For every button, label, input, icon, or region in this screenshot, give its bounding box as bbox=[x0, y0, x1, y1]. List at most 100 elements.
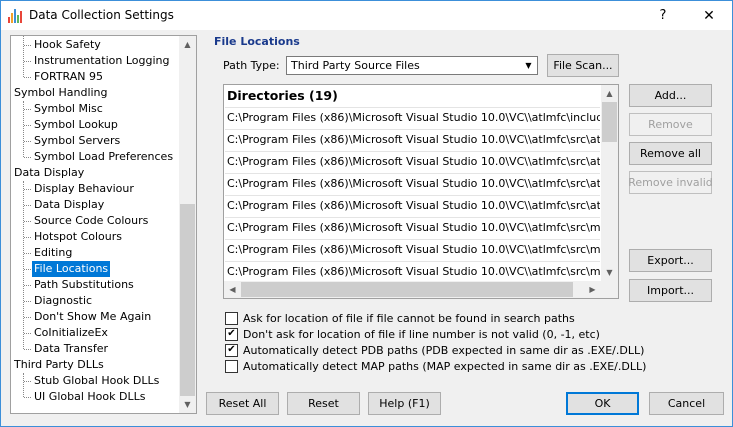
reset-all-button[interactable]: Reset All bbox=[206, 392, 279, 415]
scroll-corner bbox=[601, 281, 618, 298]
tree-item-label: Symbol Handling bbox=[14, 86, 108, 99]
tree-item[interactable]: FORTRAN 95 bbox=[11, 69, 179, 85]
tree-item[interactable]: CoInitializeEx bbox=[11, 325, 179, 341]
tree-item[interactable]: Symbol Handling bbox=[11, 85, 179, 101]
checkbox-label: Automatically detect MAP paths (MAP expe… bbox=[243, 359, 647, 373]
scroll-up-icon[interactable]: ▲ bbox=[179, 36, 196, 53]
tree-item[interactable]: Third Party DLLs bbox=[11, 357, 179, 373]
directory-row[interactable]: C:\Program Files (x86)\Microsoft Visual … bbox=[227, 151, 600, 173]
tree-item[interactable]: Hotspot Colours bbox=[11, 229, 179, 245]
tree-item-label: Editing bbox=[34, 246, 73, 259]
import-button[interactable]: Import... bbox=[629, 279, 712, 302]
tree-item-label: Instrumentation Logging bbox=[34, 54, 170, 67]
checkbox-option[interactable]: Don't ask for location of file if line n… bbox=[225, 326, 600, 342]
tree-scrollbar[interactable]: ▲ ▼ bbox=[179, 36, 196, 413]
settings-dialog: Data Collection Settings ? ✕ Hook Safety… bbox=[0, 0, 733, 427]
tree-item[interactable]: Instrumentation Logging bbox=[11, 53, 179, 69]
tree-item[interactable]: Hook Safety bbox=[11, 37, 179, 53]
remove-button[interactable]: Remove bbox=[629, 113, 712, 136]
tree-item[interactable]: Display Behaviour bbox=[11, 181, 179, 197]
add-button[interactable]: Add... bbox=[629, 84, 712, 107]
directory-row[interactable]: C:\Program Files (x86)\Microsoft Visual … bbox=[227, 129, 600, 151]
directories-list[interactable]: Directories (19) C:\Program Files (x86)\… bbox=[223, 84, 619, 299]
export-button[interactable]: Export... bbox=[629, 249, 712, 272]
reset-button[interactable]: Reset bbox=[287, 392, 360, 415]
hscroll-thumb[interactable] bbox=[241, 282, 573, 297]
directory-row[interactable]: C:\Program Files (x86)\Microsoft Visual … bbox=[227, 195, 600, 217]
tree-item-label: Symbol Load Preferences bbox=[34, 150, 174, 163]
tree-item[interactable]: Symbol Load Preferences bbox=[11, 149, 179, 165]
directory-row[interactable]: C:\Program Files (x86)\Microsoft Visual … bbox=[227, 261, 600, 283]
scroll-up-icon[interactable]: ▲ bbox=[601, 85, 618, 102]
tree-item[interactable]: Symbol Misc bbox=[11, 101, 179, 117]
checkbox[interactable] bbox=[225, 359, 238, 373]
tree-item[interactable]: Stub Global Hook DLLs bbox=[11, 373, 179, 389]
scroll-left-icon[interactable]: ◀ bbox=[224, 281, 241, 298]
checkbox-label: Automatically detect PDB paths (PDB expe… bbox=[243, 343, 645, 357]
tree-item[interactable]: Data Display bbox=[11, 165, 179, 181]
file-scan-button[interactable]: File Scan... bbox=[547, 54, 619, 77]
tree-item[interactable]: Diagnostic bbox=[11, 293, 179, 309]
help-icon[interactable]: ? bbox=[641, 1, 685, 30]
tree-item[interactable]: Symbol Servers bbox=[11, 133, 179, 149]
path-type-value: Third Party Source Files bbox=[291, 59, 420, 72]
directory-row[interactable]: C:\Program Files (x86)\Microsoft Visual … bbox=[227, 217, 600, 239]
tree-item[interactable]: Symbol Lookup bbox=[11, 117, 179, 133]
checkbox[interactable] bbox=[225, 343, 238, 357]
directories-header: Directories (19) bbox=[227, 88, 338, 103]
tree-item-label: Display Behaviour bbox=[34, 182, 134, 195]
tree-item-label: Hook Safety bbox=[34, 38, 101, 51]
tree-item[interactable]: Data Transfer bbox=[11, 341, 179, 357]
cancel-button[interactable]: Cancel bbox=[649, 392, 724, 415]
scroll-down-icon[interactable]: ▼ bbox=[179, 396, 196, 413]
tree-item[interactable]: Path Substitutions bbox=[11, 277, 179, 293]
tree-item-label: UI Global Hook DLLs bbox=[34, 390, 146, 403]
app-chart-icon bbox=[8, 9, 22, 23]
tree-item[interactable]: Source Code Colours bbox=[11, 213, 179, 229]
checkbox[interactable] bbox=[225, 311, 238, 325]
path-type-label: Path Type: bbox=[223, 59, 280, 72]
directory-row[interactable]: C:\Program Files (x86)\Microsoft Visual … bbox=[227, 239, 600, 261]
tree-item-label: Third Party DLLs bbox=[14, 358, 104, 371]
remove-invalid-button[interactable]: Remove invalid bbox=[628, 171, 713, 194]
tree-scroll-thumb[interactable] bbox=[180, 204, 195, 396]
tree-item-label: File Locations bbox=[32, 261, 111, 277]
tree-item-label: Don't Show Me Again bbox=[34, 310, 152, 323]
vscroll-thumb[interactable] bbox=[602, 102, 617, 142]
checkbox-label: Don't ask for location of file if line n… bbox=[243, 327, 600, 341]
settings-tree[interactable]: Hook Safety Instrumentation Logging FORTRA… bbox=[10, 35, 197, 414]
path-type-select[interactable]: Third Party Source Files ▼ bbox=[286, 56, 538, 75]
tree-item-label: Stub Global Hook DLLs bbox=[34, 374, 160, 387]
directories-vscrollbar[interactable]: ▲ ▼ bbox=[601, 85, 618, 281]
ok-button[interactable]: OK bbox=[566, 392, 639, 415]
tree-item-label: Symbol Misc bbox=[34, 102, 103, 115]
tree-item[interactable]: Don't Show Me Again bbox=[11, 309, 179, 325]
remove-all-button[interactable]: Remove all bbox=[629, 142, 712, 165]
section-title: File Locations bbox=[214, 35, 300, 48]
tree-item[interactable]: UI Global Hook DLLs bbox=[11, 389, 179, 405]
tree-item[interactable]: File Locations bbox=[11, 261, 179, 277]
tree-item-label: Hotspot Colours bbox=[34, 230, 122, 243]
close-icon[interactable]: ✕ bbox=[687, 1, 731, 30]
scroll-down-icon[interactable]: ▼ bbox=[601, 264, 618, 281]
tree-item-label: Path Substitutions bbox=[34, 278, 134, 291]
checkbox[interactable] bbox=[225, 327, 238, 341]
tree-item-label: Data Transfer bbox=[34, 342, 108, 355]
help-button[interactable]: Help (F1) bbox=[368, 392, 441, 415]
tree-item-label: Symbol Servers bbox=[34, 134, 121, 147]
directory-row[interactable]: C:\Program Files (x86)\Microsoft Visual … bbox=[227, 173, 600, 195]
tree-item-label: Symbol Lookup bbox=[34, 118, 118, 131]
scroll-right-icon[interactable]: ▶ bbox=[584, 281, 601, 298]
tree-item-label: FORTRAN 95 bbox=[34, 70, 103, 83]
tree-item-label: Diagnostic bbox=[34, 294, 93, 307]
checkbox-option[interactable]: Automatically detect MAP paths (MAP expe… bbox=[225, 358, 646, 374]
tree-item-label: Data Display bbox=[14, 166, 85, 179]
tree-item[interactable]: Data Display bbox=[11, 197, 179, 213]
checkbox-option[interactable]: Automatically detect PDB paths (PDB expe… bbox=[225, 342, 644, 358]
tree-item-label: CoInitializeEx bbox=[34, 326, 108, 339]
tree-item[interactable]: Editing bbox=[11, 245, 179, 261]
directories-hscrollbar[interactable]: ◀ ▶ bbox=[224, 281, 601, 298]
chevron-down-icon[interactable]: ▼ bbox=[520, 57, 537, 74]
checkbox-option[interactable]: Ask for location of file if file cannot … bbox=[225, 310, 575, 326]
directory-row[interactable]: C:\Program Files (x86)\Microsoft Visual … bbox=[227, 107, 600, 129]
